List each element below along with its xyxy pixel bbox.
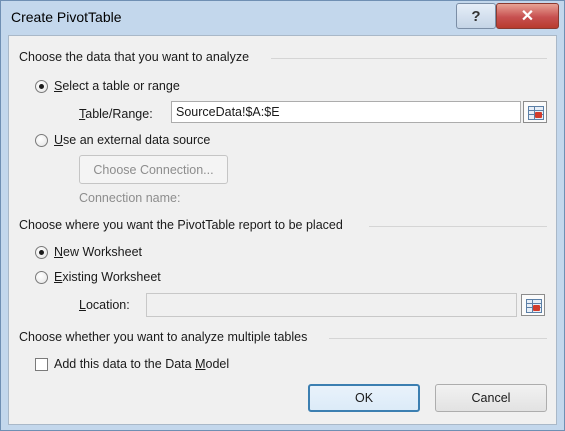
table-range-picker-button[interactable] (523, 101, 547, 123)
table-range-input[interactable]: SourceData!$A:$E (171, 101, 521, 123)
close-button[interactable]: ✕ (496, 3, 559, 29)
location-label: Location: (79, 298, 130, 312)
external-source-label[interactable]: Use an external data source (54, 133, 210, 147)
dialog-title: Create PivotTable (11, 9, 122, 25)
existing-worksheet-radio[interactable] (35, 271, 48, 284)
placement-heading: Choose where you want the PivotTable rep… (19, 218, 343, 232)
location-picker-button[interactable] (521, 294, 545, 316)
help-button[interactable]: ? (456, 3, 496, 29)
ok-button[interactable]: OK (308, 384, 420, 412)
select-table-radio[interactable] (35, 80, 48, 93)
section-divider (369, 226, 547, 227)
cancel-button[interactable]: Cancel (435, 384, 547, 412)
location-input[interactable] (146, 293, 517, 317)
table-range-label: Table/Range: (79, 107, 153, 121)
external-source-radio[interactable] (35, 134, 48, 147)
section-divider (271, 58, 547, 59)
select-table-label[interactable]: Select a table or range (54, 79, 180, 93)
title-bar: Create PivotTable ? ✕ (1, 1, 564, 35)
data-source-heading: Choose the data that you want to analyze (19, 50, 250, 64)
create-pivottable-dialog: Create PivotTable ? ✕ Choose the data th… (0, 0, 565, 431)
dialog-body: Choose the data that you want to analyze… (8, 35, 557, 425)
data-model-checkbox[interactable] (35, 358, 48, 371)
close-icon: ✕ (520, 8, 535, 25)
section-divider (329, 338, 547, 339)
new-worksheet-label[interactable]: New Worksheet (54, 245, 142, 259)
connection-name-label: Connection name: (79, 191, 181, 205)
existing-worksheet-label[interactable]: Existing Worksheet (54, 270, 161, 284)
help-icon: ? (471, 7, 481, 25)
multiple-tables-heading: Choose whether you want to analyze multi… (19, 330, 308, 344)
data-model-label[interactable]: Add this data to the Data Model (54, 357, 229, 371)
choose-connection-button[interactable]: Choose Connection... (79, 155, 228, 184)
new-worksheet-radio[interactable] (35, 246, 48, 259)
